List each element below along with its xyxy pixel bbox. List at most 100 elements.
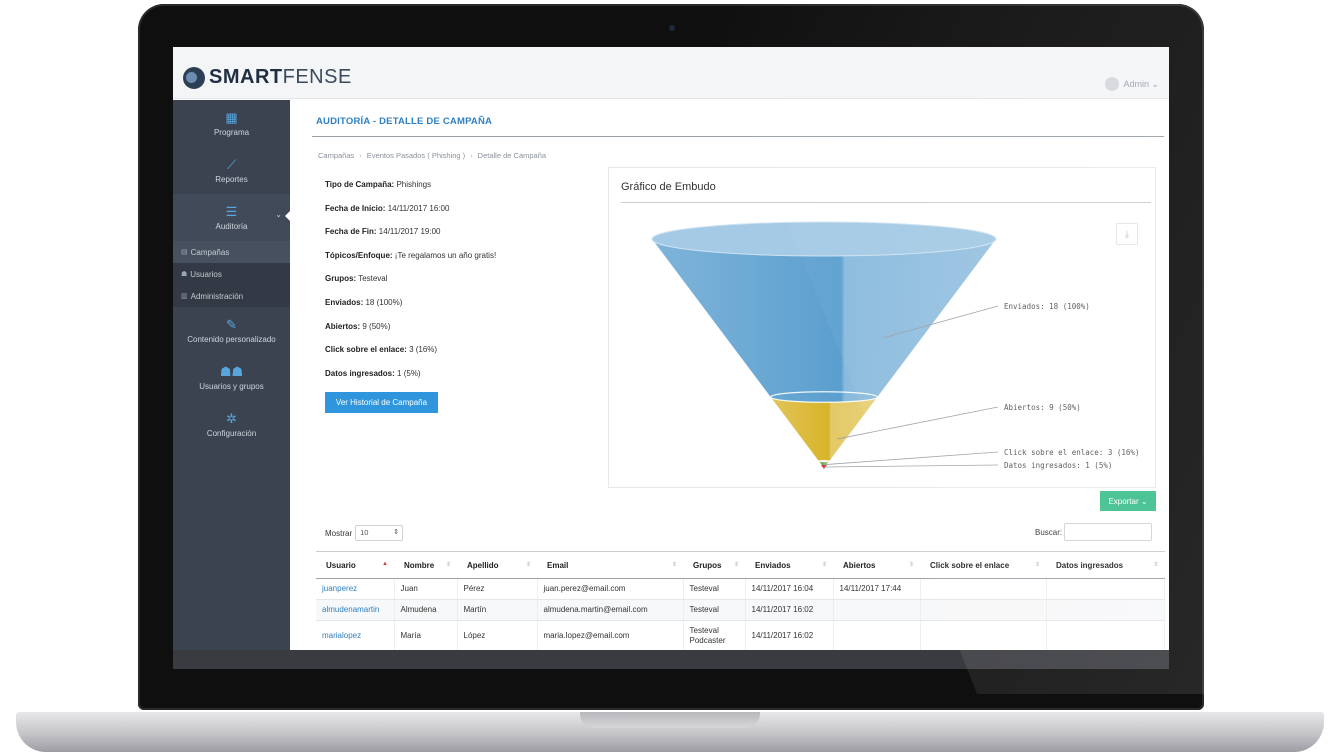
sort-icon: ⇕ [525, 562, 531, 568]
cell-email: maria.lopez@email.com [537, 620, 684, 651]
funnel-segment-2 [770, 397, 878, 462]
page-title: AUDITORÍA - DETALLE DE CAMPAÑA [316, 116, 493, 127]
line-chart-icon: ⟋ [226, 156, 237, 172]
column-header-grupos[interactable]: Grupos ⇕ [683, 551, 745, 579]
sidebar-item-contenido[interactable]: ✎ Contenido personalizado [173, 307, 290, 354]
sidebar-item-auditoria[interactable]: ☰ Auditoría ⌄ [173, 194, 291, 241]
page-size-value: 10 [360, 528, 369, 537]
detail-label: Tópicos/Enfoque: [325, 250, 393, 260]
breadcrumb-item-eventos[interactable]: Eventos Pasados ( Phishing ) [367, 151, 465, 160]
column-header-abiertos[interactable]: Abiertos ⇕ [833, 551, 920, 579]
cell-apellido: Pérez [457, 578, 538, 600]
user-link[interactable]: juanperez [322, 584, 357, 593]
detail-label: Tipo de Campaña: [325, 180, 395, 189]
funnel-stage-label: Datos ingresados: 1 (5%) [1004, 461, 1112, 470]
column-header-label: Enviados [755, 560, 791, 570]
gear-icon: ✲ [226, 410, 237, 426]
breadcrumb-item-detalle: Detalle de Campaña [477, 151, 547, 160]
search-input[interactable] [1064, 523, 1153, 541]
column-header-click[interactable]: Click sobre el enlace ⇕ [920, 551, 1046, 579]
top-bar: SMARTFENSE Admin ⌄ [173, 47, 1169, 99]
detail-fecha-fin: Fecha de Fin: 14/11/2017 19:00 [325, 227, 585, 251]
detail-topicos: Tópicos/Enfoque: ¡Te regalamos un año gr… [325, 251, 585, 275]
user-link[interactable]: almudenamartin [322, 605, 379, 614]
column-header-label: Usuario [326, 560, 356, 570]
download-icon[interactable]: ⤓ [1116, 223, 1138, 245]
detail-label: Fecha de Fin: [325, 227, 377, 237]
breadcrumb: Campañas › Eventos Pasados ( Phishing ) … [318, 151, 546, 160]
sidebar-item-label: Configuración [206, 428, 257, 438]
table-header-row: Usuario ▲ Nombre ⇕ Apellido ⇕ Email ⇕ Grupos… [316, 551, 1165, 579]
smartfense-logo[interactable]: SMARTFENSE [183, 66, 352, 89]
screen-bottom-bezel [173, 650, 1169, 669]
column-header-label: Apellido [467, 560, 499, 570]
sidebar-item-label: Reportes [215, 174, 248, 184]
page-size-select[interactable]: 10 ⇕ [355, 525, 404, 541]
funnel-stage-label: Enviados: 18 (100%) [1004, 302, 1090, 311]
user-link[interactable]: marialopez [322, 631, 361, 640]
laptop-notch [580, 712, 760, 728]
funnel-chart-panel: Gráfico de Embudo Enviados: 18 (100%) Abi… [608, 167, 1156, 488]
user-menu[interactable]: Admin ⌄ [1105, 77, 1159, 91]
logo-mark-icon [183, 66, 205, 89]
detail-datos: Datos ingresados: 1 (5%) [325, 369, 585, 393]
cell-apellido: Martín [457, 599, 538, 621]
column-header-usuario[interactable]: Usuario ▲ [316, 551, 394, 579]
detail-value: 14/11/2017 16:00 [387, 203, 450, 213]
cell-abiertos: 14/11/2017 17:44 [833, 578, 921, 600]
cell-usuario: juanperez [316, 578, 395, 600]
cell-nombre: María [394, 620, 458, 651]
cell-usuario: almudenamartin [316, 599, 395, 621]
breadcrumb-separator: › [470, 151, 473, 160]
screen: SMARTFENSE Admin ⌄ ▦ Programa ⟋ Reportes… [173, 47, 1169, 669]
cell-email: juan.perez@email.com [537, 578, 684, 600]
subnav-item-usuarios[interactable]: ☗ Usuarios [173, 263, 290, 285]
column-header-datos[interactable]: Datos ingresados ⇕ [1046, 551, 1165, 579]
sort-icon: ⇕ [733, 562, 739, 568]
sidebar-item-configuracion[interactable]: ✲ Configuración [173, 401, 290, 448]
detail-label: Datos ingresados: [325, 368, 395, 378]
detail-tipo: Tipo de Campaña: Phishings [325, 180, 585, 204]
cell-click [920, 599, 1047, 621]
breadcrumb-item-campanas[interactable]: Campañas [318, 151, 354, 160]
sidebar-item-label: Programa [213, 127, 250, 137]
page-size-control: Mostrar 10 ⇕ [325, 525, 404, 541]
subnav-item-label: Campañas [190, 247, 230, 257]
subnav-item-administracion[interactable]: ▥ Administración [173, 285, 290, 307]
sort-asc-icon: ▲ [382, 561, 388, 567]
sort-icon: ⇕ [821, 562, 827, 568]
sidebar-item-usuarios-grupos[interactable]: ☗☗ Usuarios y grupos [173, 354, 290, 401]
column-header-label: Nombre [404, 560, 435, 570]
sidebar-item-label: Auditoría [215, 221, 248, 231]
users-small-icon: ☗ [181, 271, 188, 278]
logo-text-bold: SMART [209, 66, 283, 88]
table-search: Buscar: [1035, 523, 1153, 541]
cell-usuario: marialopez [316, 620, 395, 651]
camera-dot [669, 25, 675, 31]
view-history-button[interactable]: Ver Historial de Campaña [325, 392, 438, 413]
column-header-label: Grupos [693, 560, 722, 570]
detail-fecha-inicio: Fecha de Inicio: 14/11/2017 16:00 [325, 204, 585, 228]
column-header-enviados[interactable]: Enviados ⇕ [745, 551, 833, 579]
detail-click: Click sobre el enlace: 3 (16%) [325, 345, 585, 369]
subnav-item-label: Administración [190, 291, 244, 301]
campaign-details: Tipo de Campaña: Phishings Fecha de Inic… [325, 180, 585, 392]
detail-enviados: Enviados: 18 (100%) [325, 298, 585, 322]
sidebar-item-programa[interactable]: ▦ Programa [173, 100, 290, 147]
users-icon: ☗☗ [219, 363, 244, 379]
sort-icon: ⇕ [445, 562, 451, 568]
column-header-nombre[interactable]: Nombre ⇕ [394, 551, 457, 579]
export-button[interactable]: Exportar ⌄ [1100, 491, 1156, 511]
column-header-email[interactable]: Email ⇕ [537, 551, 683, 579]
detail-value: Testeval [358, 274, 388, 284]
detail-label: Abiertos: [325, 321, 361, 331]
calendar-icon: ▦ [225, 109, 238, 125]
user-avatar-icon [1105, 77, 1120, 91]
cell-enviados: 14/11/2017 16:02 [745, 620, 834, 651]
cell-grupos: Testeval [683, 599, 746, 621]
list-icon: ☰ [225, 203, 238, 219]
funnel-connector-line [825, 451, 999, 465]
sidebar-item-reportes[interactable]: ⟋ Reportes [173, 147, 290, 194]
column-header-apellido[interactable]: Apellido ⇕ [457, 551, 537, 579]
subnav-item-campanas[interactable]: ▤ Campañas [173, 241, 290, 263]
